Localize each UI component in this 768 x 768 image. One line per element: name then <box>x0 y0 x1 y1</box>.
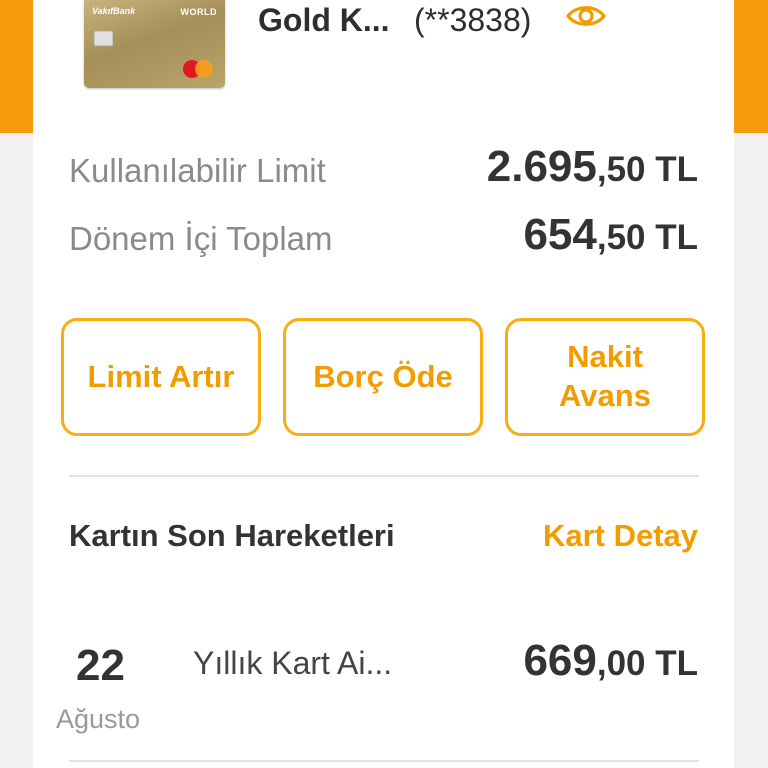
card-tier-label: WORLD <box>180 7 217 17</box>
period-total-value: 654,50 TL <box>523 210 698 260</box>
cash-advance-button[interactable]: Nakit Avans <box>505 318 705 436</box>
transaction-amount-whole: 669 <box>523 636 597 685</box>
mastercard-logo-icon <box>183 60 213 78</box>
available-limit-whole: 2.695 <box>486 142 597 191</box>
section-divider <box>69 475 699 477</box>
credit-card-image[interactable]: VakıfBank WORLD <box>84 0 225 88</box>
period-total-whole: 654 <box>523 210 597 259</box>
card-name: Gold K... <box>258 2 390 38</box>
cash-advance-label: Nakit Avans <box>559 339 651 413</box>
eye-icon[interactable] <box>566 2 606 30</box>
limit-increase-button[interactable]: Limit Artır <box>61 318 261 436</box>
transaction-amount-fraction: ,00 TL <box>596 644 698 683</box>
bank-logo: VakıfBank <box>92 6 136 16</box>
transaction-day: 22 <box>76 641 125 690</box>
available-limit-label: Kullanılabilir Limit <box>69 152 326 189</box>
pay-debt-button[interactable]: Borç Öde <box>283 318 483 436</box>
period-total-fraction: ,50 TL <box>596 218 698 257</box>
card-masked-number: (**3838) <box>414 2 532 38</box>
card-detail-link[interactable]: Kart Detay <box>543 518 698 554</box>
available-limit-value: 2.695,50 TL <box>487 142 698 192</box>
header-background-right <box>728 0 768 133</box>
transaction-divider <box>69 760 699 762</box>
transaction-amount: 669,00 TL <box>523 636 698 686</box>
available-limit-fraction: ,50 TL <box>596 150 698 189</box>
recent-transactions-title: Kartın Son Hareketleri <box>69 518 395 553</box>
transaction-description: Yıllık Kart Ai... <box>193 645 393 681</box>
period-total-label: Dönem İçi Toplam <box>69 220 333 257</box>
chip-icon <box>94 31 113 46</box>
transaction-month: Ağusto <box>56 704 141 734</box>
